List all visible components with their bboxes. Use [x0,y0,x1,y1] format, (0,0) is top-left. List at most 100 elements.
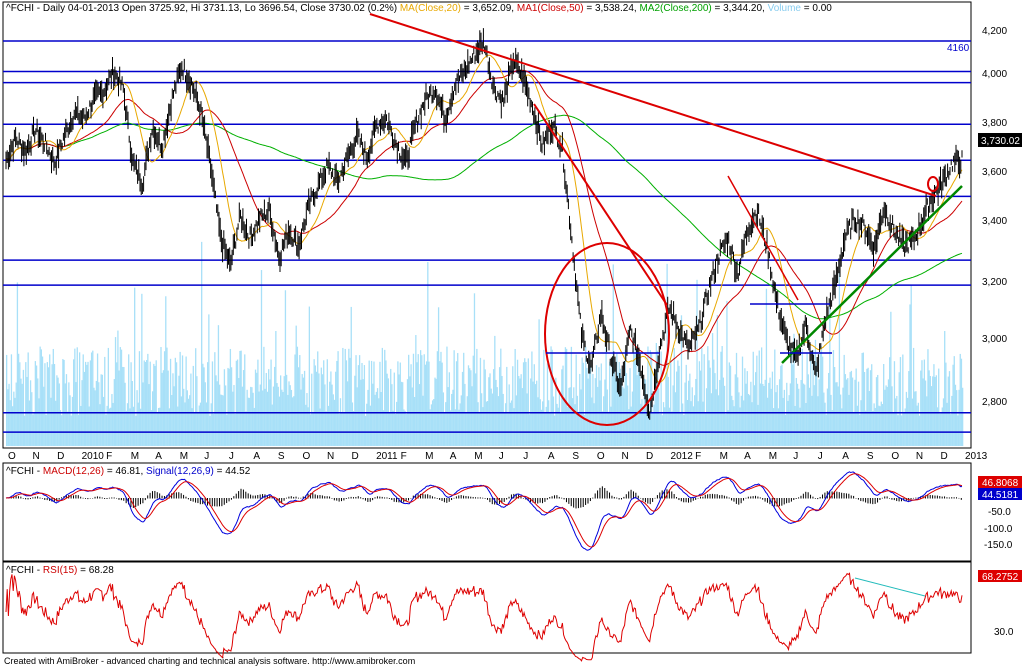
volume-bar [339,398,342,446]
volume-bar [308,306,311,446]
macd-hist-bar [283,498,285,501]
macd-panel[interactable] [2,462,972,562]
macd-hist-bar [17,496,19,499]
volume-bar [234,413,236,446]
macd-hist-bar [448,498,450,502]
volume-bar [195,348,197,446]
volume-bar [276,383,278,446]
macd-hist-bar [376,496,378,499]
rsi-last: 68.2752 [982,572,1019,583]
macd-hist-bar [810,494,812,499]
volume-bar [765,288,768,446]
volume-bar [471,386,473,446]
macd-hist-bar [714,494,716,499]
x-tick-label: A [744,451,751,462]
volume-bar [130,362,132,446]
volume-bar [814,339,817,446]
volume-bar [518,376,520,446]
macd-hist-bar [915,497,917,499]
volume-bar [354,375,356,446]
volume-bar [325,411,327,446]
macd-hist-bar [458,495,460,499]
macd-hist-bar [149,492,151,499]
volume-bar [199,402,202,446]
volume-bar [734,374,736,446]
volume-bar [224,385,227,446]
volume-bar [603,396,605,446]
volume-bar [50,397,52,446]
y-tick: 2,800 [982,397,1007,408]
volume-bar [414,396,416,446]
macd-hist-bar [39,497,41,499]
macd-hist-bar [431,496,433,499]
volume-bar [916,405,918,446]
x-tick-label: O [8,451,16,462]
volume-bar [898,372,900,446]
macd-hist-bar [881,497,883,499]
macd-hist-bar [242,489,244,499]
volume-bar [912,347,915,446]
macd-hist-bar [446,498,448,503]
volume-bar [475,373,477,446]
volume-bar [198,405,200,446]
macd-hist-bar [460,495,462,499]
volume-bar [422,395,424,446]
volume-bar [946,402,948,446]
macd-hist-bar [546,498,548,500]
macd-hist-bar [750,496,752,499]
macd-hist-bar [711,493,713,499]
volume-bar [442,392,445,446]
volume-bar [69,395,71,446]
macd-hist-bar [183,494,185,499]
volume-bar [172,373,174,446]
macd-hist-bar [34,496,36,499]
macd-hist-bar [716,494,718,499]
macd-hist-bar [731,498,733,501]
macd-hist-bar [235,493,237,499]
macd-hist-bar [352,497,354,499]
macd-hist-bar [822,494,824,499]
volume-bar [811,395,813,446]
volume-bar [667,376,669,446]
macd-hist-bar [396,498,398,503]
volume-bar [539,399,541,446]
macd-hist-bar [92,497,94,499]
macd-hist-bar [386,497,388,499]
volume-bar [497,396,500,446]
volume-bar [934,377,936,446]
volume-bar [393,372,395,446]
macd-hist-bar [355,496,357,499]
macd-hist-bar [357,496,359,499]
volume-bar [950,414,952,446]
macd-hist-bar [343,498,345,501]
volume-bar [522,362,525,446]
macd-hist-bar [652,498,654,502]
macd-hist-bar [764,498,766,502]
volume-bar [428,361,430,446]
volume-bar [118,370,120,446]
volume-bar [32,414,34,446]
macd-hist-bar [747,496,749,499]
macd-hist-bar [436,498,438,499]
macd-hist-bar [781,498,783,506]
macd-hist-bar [539,498,541,503]
volume-bar [873,403,875,446]
macd-hist-bar [688,498,690,503]
volume-bar [312,413,314,446]
macd-hist-bar [637,495,639,499]
macd-hist-bar [580,498,582,508]
volume-bar [465,412,467,446]
volume-bar [784,414,787,446]
macd-hist-bar [211,498,213,507]
volume-bar [318,373,320,446]
volume-bar [416,362,418,446]
volume-bar [598,367,600,446]
volume-bar [116,362,118,446]
macd-hist-bar [778,498,780,507]
volume-bar [291,397,294,446]
volume-bar [86,364,88,446]
volume-bar [183,388,185,446]
volume-bar [676,371,678,446]
volume-bar [751,402,753,446]
volume-bar [593,403,595,446]
